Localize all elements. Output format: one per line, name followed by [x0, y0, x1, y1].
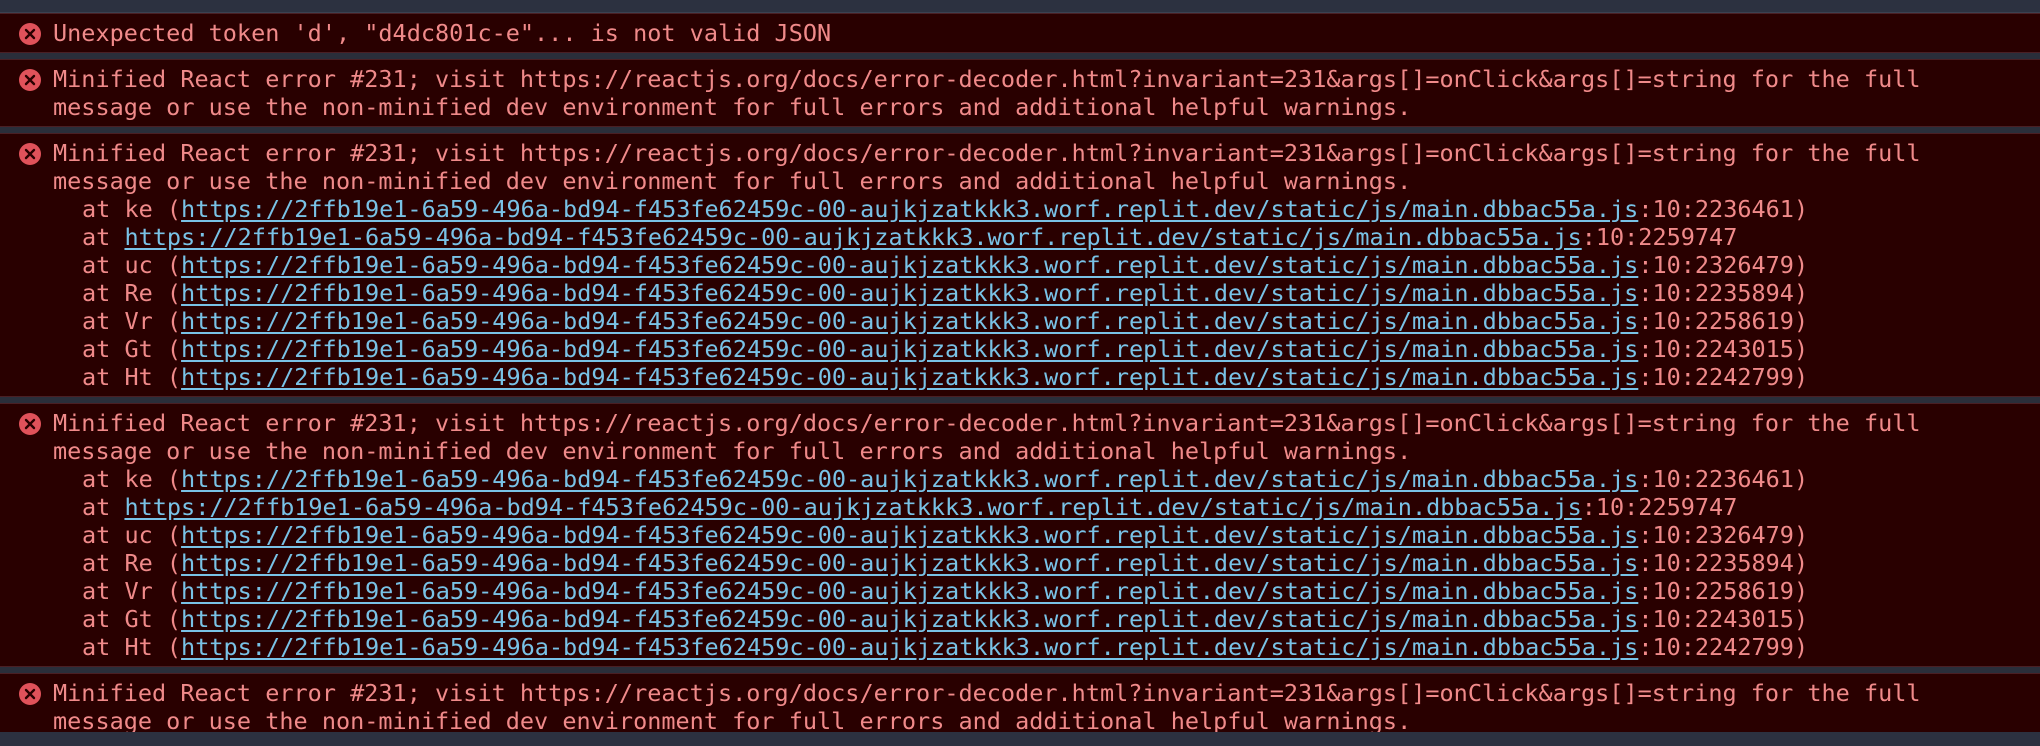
stack-frame-function: at Vr ( — [82, 307, 182, 335]
stack-frame-source-link[interactable]: https://2ffb19e1-6a59-496a-bd94-f453fe62… — [181, 307, 1638, 335]
error-message-line: message or use the non-minified dev envi… — [53, 437, 1412, 465]
stack-frame: at ke (https://2ffb19e1-6a59-496a-bd94-f… — [53, 465, 2032, 493]
console-messages: Unexpected token 'd', "d4dc801c-e"... is… — [0, 13, 2040, 741]
stack-frame-location: :10:2258619) — [1638, 307, 1809, 335]
stack-frame: at ke (https://2ffb19e1-6a59-496a-bd94-f… — [53, 195, 2032, 223]
stack-frame-source-link[interactable]: https://2ffb19e1-6a59-496a-bd94-f453fe62… — [181, 363, 1638, 391]
stack-frame: at Vr (https://2ffb19e1-6a59-496a-bd94-f… — [53, 577, 2032, 605]
stack-frame: at Ht (https://2ffb19e1-6a59-496a-bd94-f… — [53, 633, 2032, 661]
error-message-line: message or use the non-minified dev envi… — [53, 167, 1412, 195]
stack-frame-function: at ke ( — [82, 195, 182, 223]
stack-frame: at https://2ffb19e1-6a59-496a-bd94-f453f… — [53, 493, 2032, 521]
stack-frame-function: at — [82, 223, 125, 251]
console-error-entry: Minified React error #231; visit https:/… — [0, 59, 2040, 127]
stack-frame-location: :10:2236461) — [1638, 465, 1809, 493]
error-icon — [19, 143, 41, 165]
console-error-entry: Minified React error #231; visit https:/… — [0, 403, 2040, 667]
error-message-line: Minified React error #231; visit https:/… — [53, 65, 1921, 93]
error-icon — [19, 23, 41, 45]
error-icon — [19, 69, 41, 91]
stack-frame-source-link[interactable]: https://2ffb19e1-6a59-496a-bd94-f453fe62… — [181, 577, 1638, 605]
console-error-entry: Minified React error #231; visit https:/… — [0, 133, 2040, 397]
console-error-entry: Unexpected token 'd', "d4dc801c-e"... is… — [0, 13, 2040, 53]
stack-frame-source-link[interactable]: https://2ffb19e1-6a59-496a-bd94-f453fe62… — [181, 335, 1638, 363]
error-message-line: message or use the non-minified dev envi… — [53, 707, 1412, 735]
stack-frame: at https://2ffb19e1-6a59-496a-bd94-f453f… — [53, 223, 2032, 251]
stack-frame-location: :10:2235894) — [1638, 549, 1809, 577]
console-bottom-edge — [0, 732, 2040, 746]
stack-frame: at Vr (https://2ffb19e1-6a59-496a-bd94-f… — [53, 307, 2032, 335]
stack-frame: at Gt (https://2ffb19e1-6a59-496a-bd94-f… — [53, 605, 2032, 633]
stack-frame: at Re (https://2ffb19e1-6a59-496a-bd94-f… — [53, 549, 2032, 577]
stack-frame: at Gt (https://2ffb19e1-6a59-496a-bd94-f… — [53, 335, 2032, 363]
stack-frame-source-link[interactable]: https://2ffb19e1-6a59-496a-bd94-f453fe62… — [124, 493, 1581, 521]
stack-frame-source-link[interactable]: https://2ffb19e1-6a59-496a-bd94-f453fe62… — [181, 521, 1638, 549]
stack-frame-function: at Ht ( — [82, 633, 182, 661]
stack-frame-location: :10:2242799) — [1638, 633, 1809, 661]
stack-frame: at uc (https://2ffb19e1-6a59-496a-bd94-f… — [53, 521, 2032, 549]
stack-frame-function: at uc ( — [82, 251, 182, 279]
stack-frame-location: :10:2326479) — [1638, 521, 1809, 549]
stack-frame-function: at — [82, 493, 125, 521]
error-message-line: Minified React error #231; visit https:/… — [53, 409, 1921, 437]
stack-frame: at Re (https://2ffb19e1-6a59-496a-bd94-f… — [53, 279, 2032, 307]
stack-frame: at Ht (https://2ffb19e1-6a59-496a-bd94-f… — [53, 363, 2032, 391]
stack-frame-source-link[interactable]: https://2ffb19e1-6a59-496a-bd94-f453fe62… — [181, 279, 1638, 307]
error-message-line: Minified React error #231; visit https:/… — [53, 139, 1921, 167]
stack-frame-function: at Vr ( — [82, 577, 182, 605]
stack-frame-location: :10:2259747 — [1581, 223, 1738, 251]
error-message-line: message or use the non-minified dev envi… — [53, 93, 1412, 121]
stack-frame-location: :10:2259747 — [1581, 493, 1738, 521]
console-panel: Unexpected token 'd', "d4dc801c-e"... is… — [0, 0, 2040, 746]
stack-frame-location: :10:2236461) — [1638, 195, 1809, 223]
stack-frame-location: :10:2243015) — [1638, 605, 1809, 633]
stack-frame-location: :10:2258619) — [1638, 577, 1809, 605]
stack-frame-source-link[interactable]: https://2ffb19e1-6a59-496a-bd94-f453fe62… — [181, 549, 1638, 577]
stack-frame-location: :10:2243015) — [1638, 335, 1809, 363]
stack-frame-source-link[interactable]: https://2ffb19e1-6a59-496a-bd94-f453fe62… — [181, 465, 1638, 493]
error-icon — [19, 413, 41, 435]
stack-frame-function: at ke ( — [82, 465, 182, 493]
stack-frame-function: at Gt ( — [82, 605, 182, 633]
stack-frame-source-link[interactable]: https://2ffb19e1-6a59-496a-bd94-f453fe62… — [181, 633, 1638, 661]
stack-frame-location: :10:2326479) — [1638, 251, 1809, 279]
stack-frame-function: at Re ( — [82, 549, 182, 577]
stack-frame-function: at Re ( — [82, 279, 182, 307]
stack-frame-location: :10:2242799) — [1638, 363, 1809, 391]
error-icon — [19, 683, 41, 705]
stack-frame-source-link[interactable]: https://2ffb19e1-6a59-496a-bd94-f453fe62… — [181, 605, 1638, 633]
console-top-edge — [0, 0, 2040, 13]
stack-frame-location: :10:2235894) — [1638, 279, 1809, 307]
console-error-entry: Minified React error #231; visit https:/… — [0, 673, 2040, 741]
stack-frame-function: at Gt ( — [82, 335, 182, 363]
stack-frame-source-link[interactable]: https://2ffb19e1-6a59-496a-bd94-f453fe62… — [124, 223, 1581, 251]
stack-frame-function: at Ht ( — [82, 363, 182, 391]
error-message-line: Minified React error #231; visit https:/… — [53, 679, 1921, 707]
stack-frame-function: at uc ( — [82, 521, 182, 549]
error-message-line: Unexpected token 'd', "d4dc801c-e"... is… — [53, 19, 832, 47]
stack-frame-source-link[interactable]: https://2ffb19e1-6a59-496a-bd94-f453fe62… — [181, 251, 1638, 279]
stack-frame: at uc (https://2ffb19e1-6a59-496a-bd94-f… — [53, 251, 2032, 279]
stack-frame-source-link[interactable]: https://2ffb19e1-6a59-496a-bd94-f453fe62… — [181, 195, 1638, 223]
